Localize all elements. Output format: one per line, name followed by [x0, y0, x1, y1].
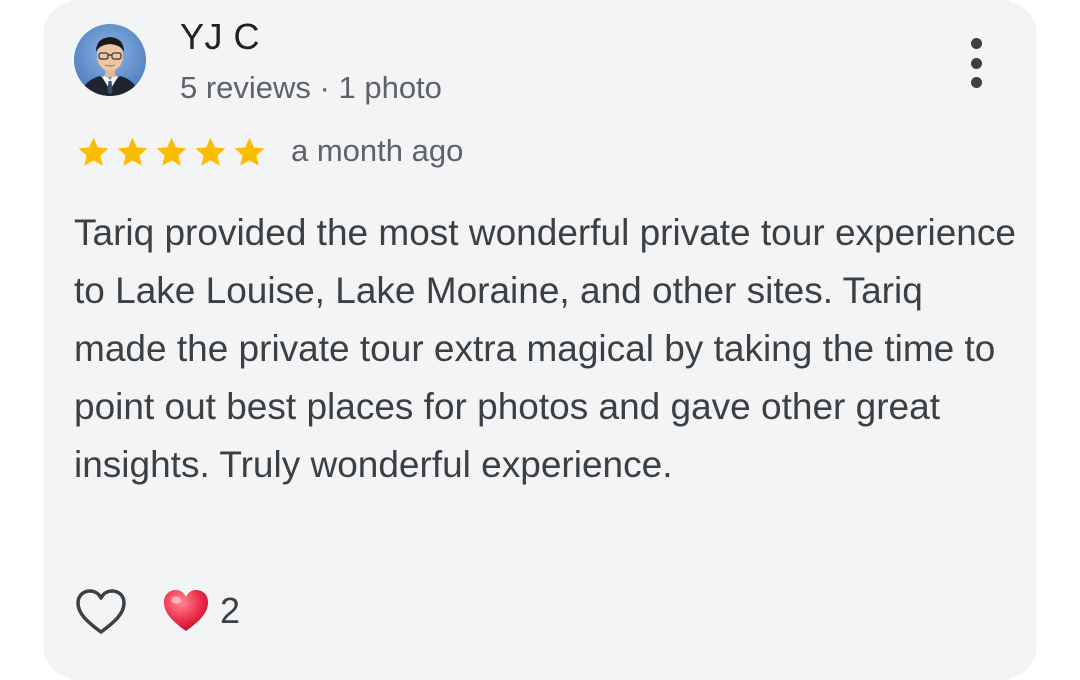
review-date: a month ago — [291, 133, 464, 168]
more-vert-icon-dot — [970, 77, 982, 88]
reviewer-stats: 5 reviews · 1 photo — [180, 70, 442, 105]
like-button[interactable] — [74, 587, 128, 637]
reviewer-name[interactable]: YJ C — [180, 16, 260, 58]
reaction-count: 2 — [220, 590, 241, 631]
star-icon — [78, 137, 109, 166]
star-icon — [195, 137, 226, 166]
review-text: Tariq provided the most wonderful privat… — [74, 212, 1016, 485]
heart-outline-icon — [76, 589, 126, 634]
red-heart-icon — [164, 590, 208, 631]
reviewer-avatar[interactable] — [74, 24, 146, 96]
star-icon — [117, 137, 148, 166]
star-icon — [156, 137, 187, 166]
more-options-button[interactable] — [958, 38, 994, 88]
avatar-photo — [74, 24, 146, 96]
reaction-summary[interactable]: 2 — [162, 586, 240, 636]
more-vert-icon — [970, 38, 982, 49]
more-vert-icon-dot — [970, 57, 982, 69]
star-icon — [234, 137, 265, 166]
star-rating — [74, 134, 269, 170]
